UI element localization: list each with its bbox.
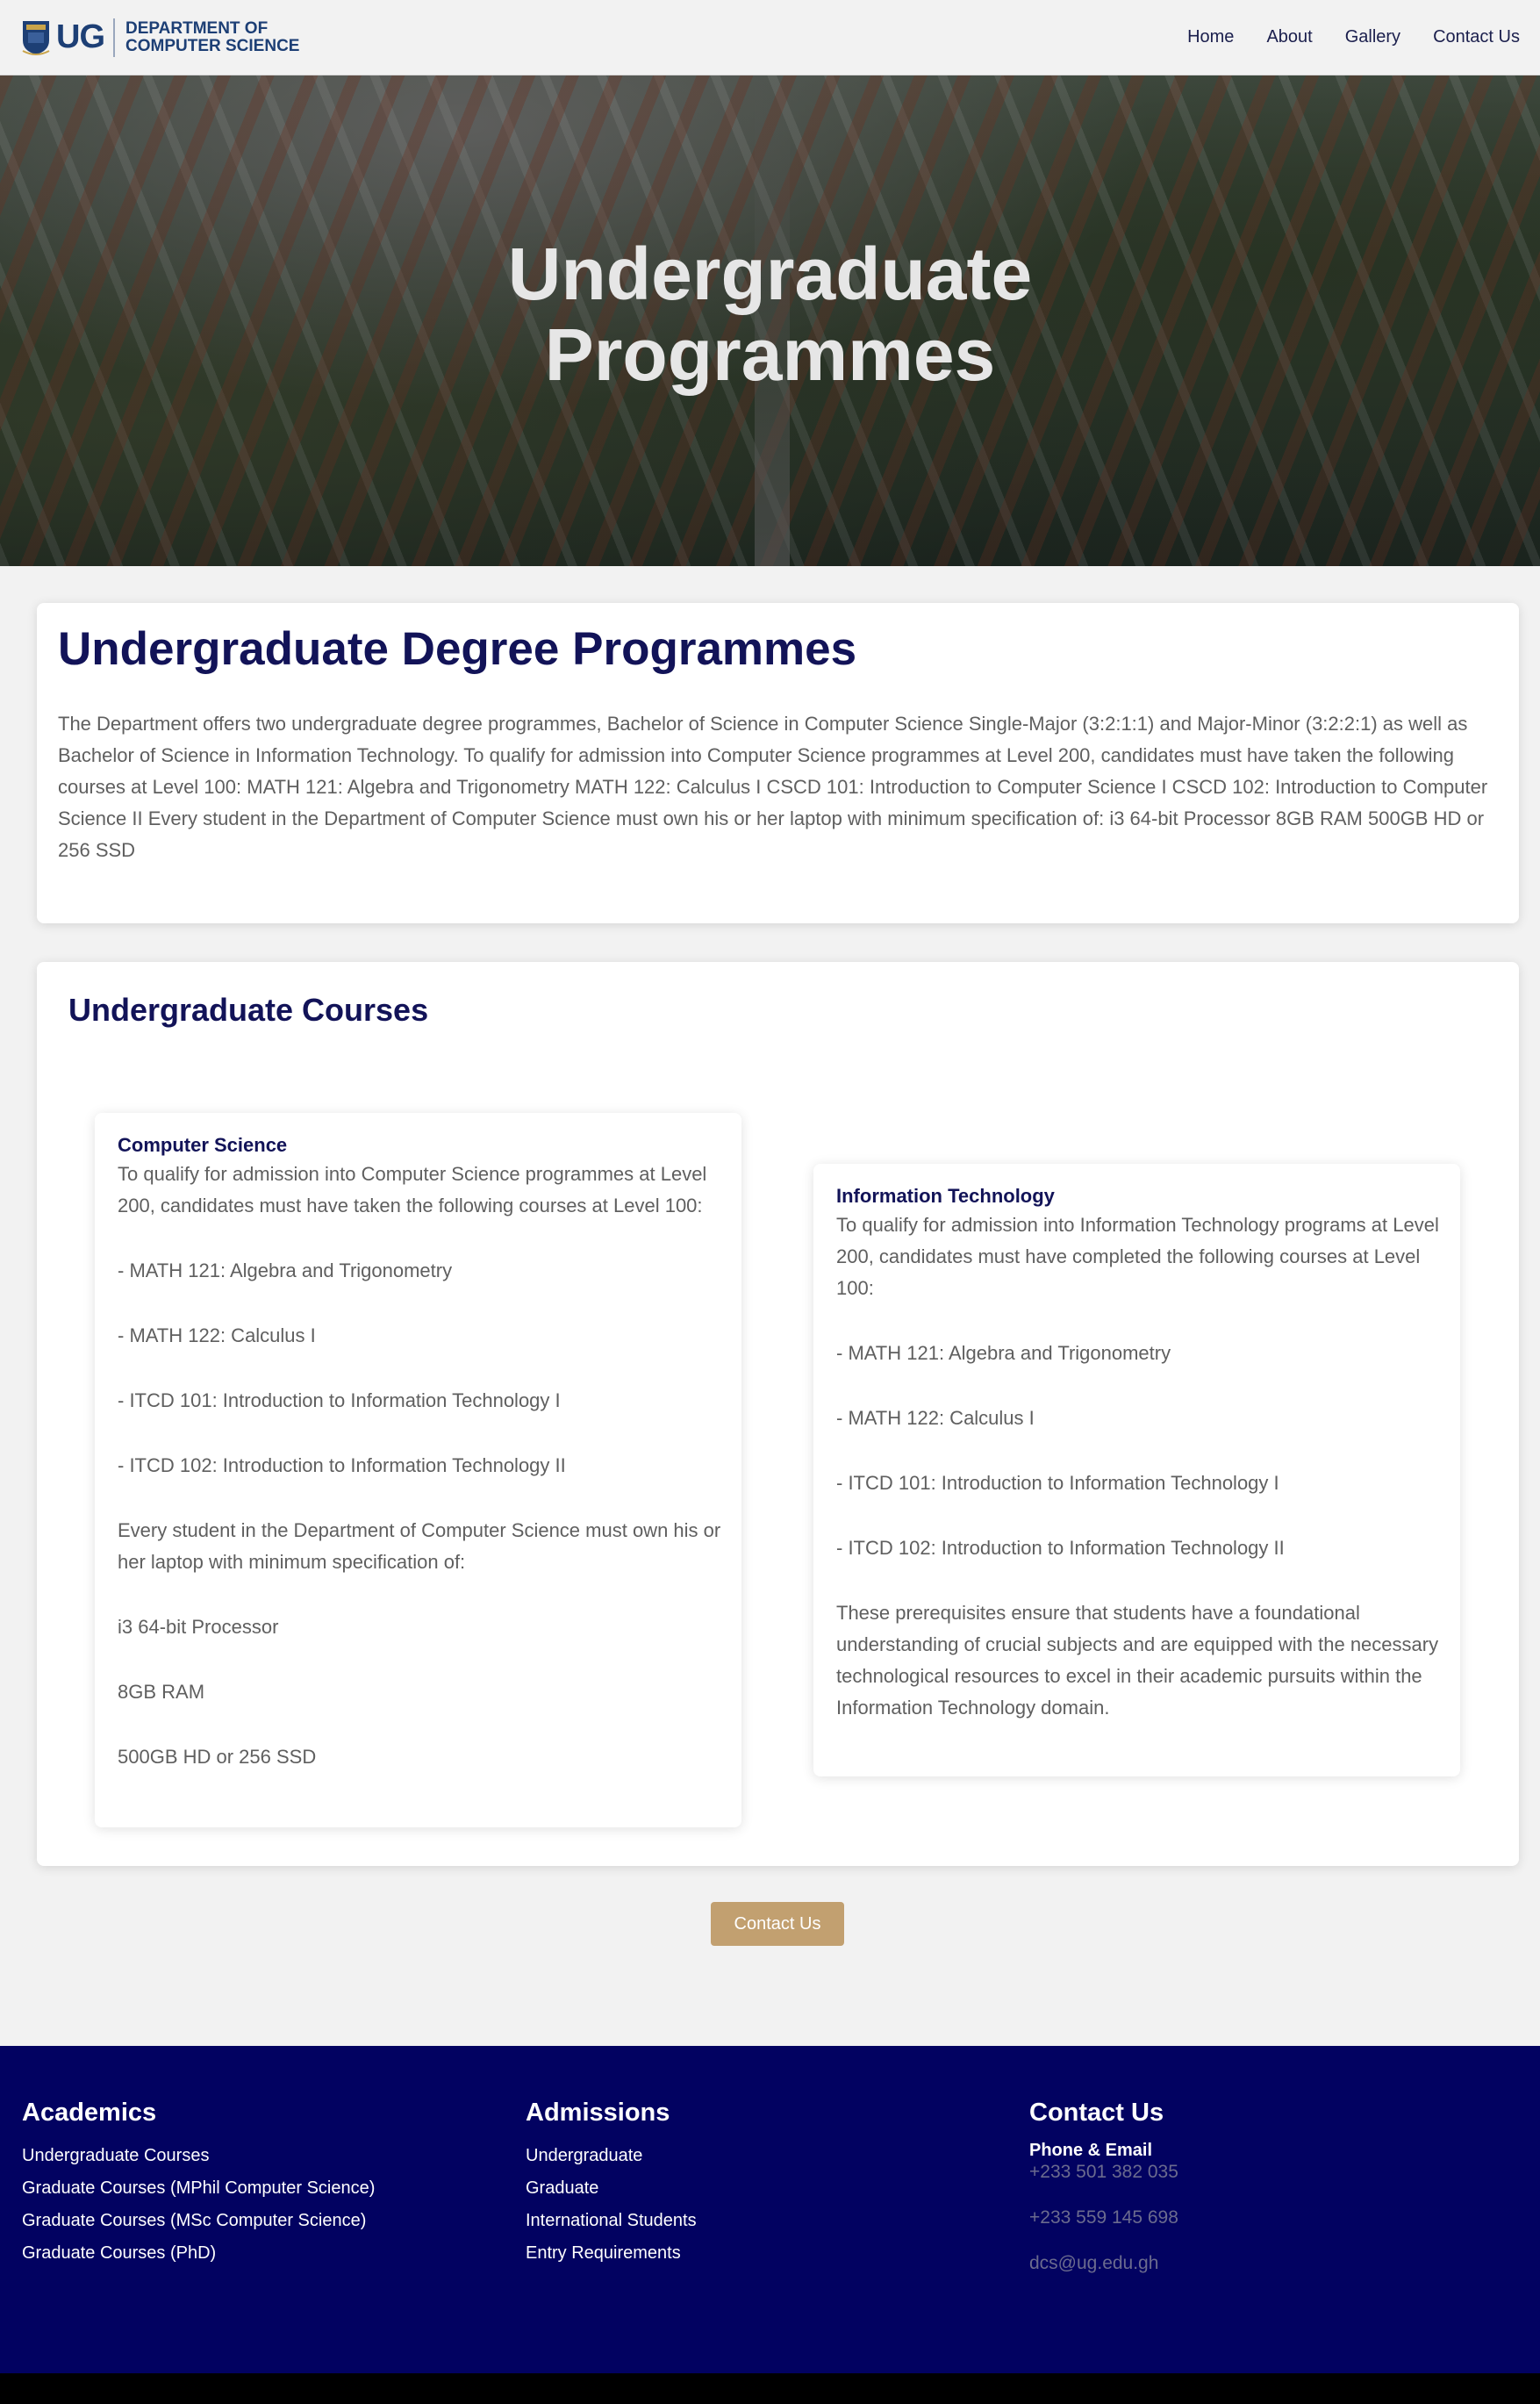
it-prereq-item: - ITCD 101: Introduction to Information … (836, 1472, 1279, 1494)
cs-prereq-item: - ITCD 101: Introduction to Information … (118, 1389, 561, 1411)
footer-contact-title: Contact Us (1029, 2099, 1164, 2127)
phone-email-label: Phone & Email (1029, 2141, 1153, 2160)
nav-about[interactable]: About (1266, 27, 1312, 47)
footer-link[interactable]: Entry Requirements (526, 2237, 697, 2270)
intro-text: The Department offers two undergraduate … (58, 713, 1488, 861)
footer-link[interactable]: Graduate Courses (MSc Computer Science) (22, 2205, 375, 2237)
computer-science-card: Computer Science To qualify for admissio… (95, 1113, 741, 1827)
dept-line-1: DEPARTMENT OF (125, 18, 269, 38)
courses-card: Undergraduate Courses Computer Science T… (37, 962, 1519, 1866)
nav-gallery[interactable]: Gallery (1345, 27, 1400, 47)
it-prereq-item: - ITCD 102: Introduction to Information … (836, 1537, 1285, 1559)
cs-spec-item: i3 64-bit Processor (118, 1616, 279, 1638)
footer-link[interactable]: Graduate Courses (MPhil Computer Science… (22, 2172, 375, 2205)
footer-link[interactable]: Graduate Courses (PhD) (22, 2237, 375, 2270)
site-footer: Academics Undergraduate Courses Graduate… (0, 2046, 1540, 2373)
dept-line-2: COMPUTER SCIENCE (125, 36, 300, 55)
it-card-body: To qualify for admission into Informatio… (836, 1209, 1442, 1757)
university-crest-icon (22, 20, 50, 55)
ug-logo-text: UG (56, 18, 105, 55)
phone-number-1[interactable]: +233 501 382 035 (1029, 2161, 1178, 2184)
cs-prereq-item: - ITCD 102: Introduction to Information … (118, 1454, 566, 1476)
it-card-title: Information Technology (836, 1185, 1055, 1207)
main-menu: Home About Gallery Contact Us (1166, 27, 1531, 47)
department-name: DEPARTMENT OF COMPUTER SCIENCE (125, 18, 300, 55)
hero-title: Undergraduate Programmes (0, 233, 1540, 395)
brand-logo[interactable]: UG DEPARTMENT OF COMPUTER SCIENCE (21, 18, 299, 57)
contact-us-button[interactable]: Contact Us (711, 1902, 844, 1946)
cs-paragraph: To qualify for admission into Computer S… (118, 1163, 707, 1216)
footer-admissions-title: Admissions (526, 2099, 670, 2127)
footer-link[interactable]: Undergraduate Courses (22, 2140, 375, 2172)
nav-home[interactable]: Home (1187, 27, 1234, 47)
courses-title: Undergraduate Courses (68, 992, 429, 1028)
hero-title-line-1: Undergraduate (507, 233, 1033, 315)
hero-title-line-2: Programmes (544, 313, 996, 396)
bottom-bar (0, 2373, 1540, 2404)
hero-banner: Undergraduate Programmes (0, 75, 1540, 566)
it-paragraph: These prerequisites ensure that students… (836, 1602, 1439, 1719)
cs-card-title: Computer Science (118, 1134, 288, 1156)
cs-prereq-item: - MATH 121: Algebra and Trigonometry (118, 1259, 453, 1281)
nav-contact-us[interactable]: Contact Us (1433, 27, 1520, 47)
cs-prereq-item: - MATH 122: Calculus I (118, 1324, 316, 1346)
it-paragraph: To qualify for admission into Informatio… (836, 1214, 1439, 1299)
cs-spec-item: 500GB HD or 256 SSD (118, 1746, 317, 1768)
footer-academics: Academics Undergraduate Courses Graduate… (22, 2099, 375, 2270)
footer-contact: Contact Us Phone & Email +233 501 382 03… (1029, 2099, 1178, 2298)
footer-link[interactable]: International Students (526, 2205, 697, 2237)
intro-title: Undergraduate Degree Programmes (58, 623, 857, 675)
cs-paragraph: Every student in the Department of Compu… (118, 1519, 721, 1573)
phone-number-2[interactable]: +233 559 145 698 (1029, 2207, 1178, 2229)
it-prereq-item: - MATH 122: Calculus I (836, 1407, 1035, 1429)
email-address[interactable]: dcs@ug.edu.gh (1029, 2252, 1178, 2275)
footer-link[interactable]: Undergraduate (526, 2140, 697, 2172)
footer-link[interactable]: Graduate (526, 2172, 697, 2205)
footer-admissions: Admissions Undergraduate Graduate Intern… (526, 2099, 697, 2270)
top-navbar: UG DEPARTMENT OF COMPUTER SCIENCE Home A… (0, 0, 1540, 75)
footer-academics-title: Academics (22, 2099, 157, 2127)
information-technology-card: Information Technology To qualify for ad… (813, 1164, 1460, 1776)
intro-card: Undergraduate Degree Programmes The Depa… (37, 603, 1519, 923)
cs-card-body: To qualify for admission into Computer S… (118, 1159, 723, 1806)
cs-spec-item: 8GB RAM (118, 1681, 205, 1703)
logo-divider (113, 18, 115, 57)
it-prereq-item: - MATH 121: Algebra and Trigonometry (836, 1342, 1171, 1364)
